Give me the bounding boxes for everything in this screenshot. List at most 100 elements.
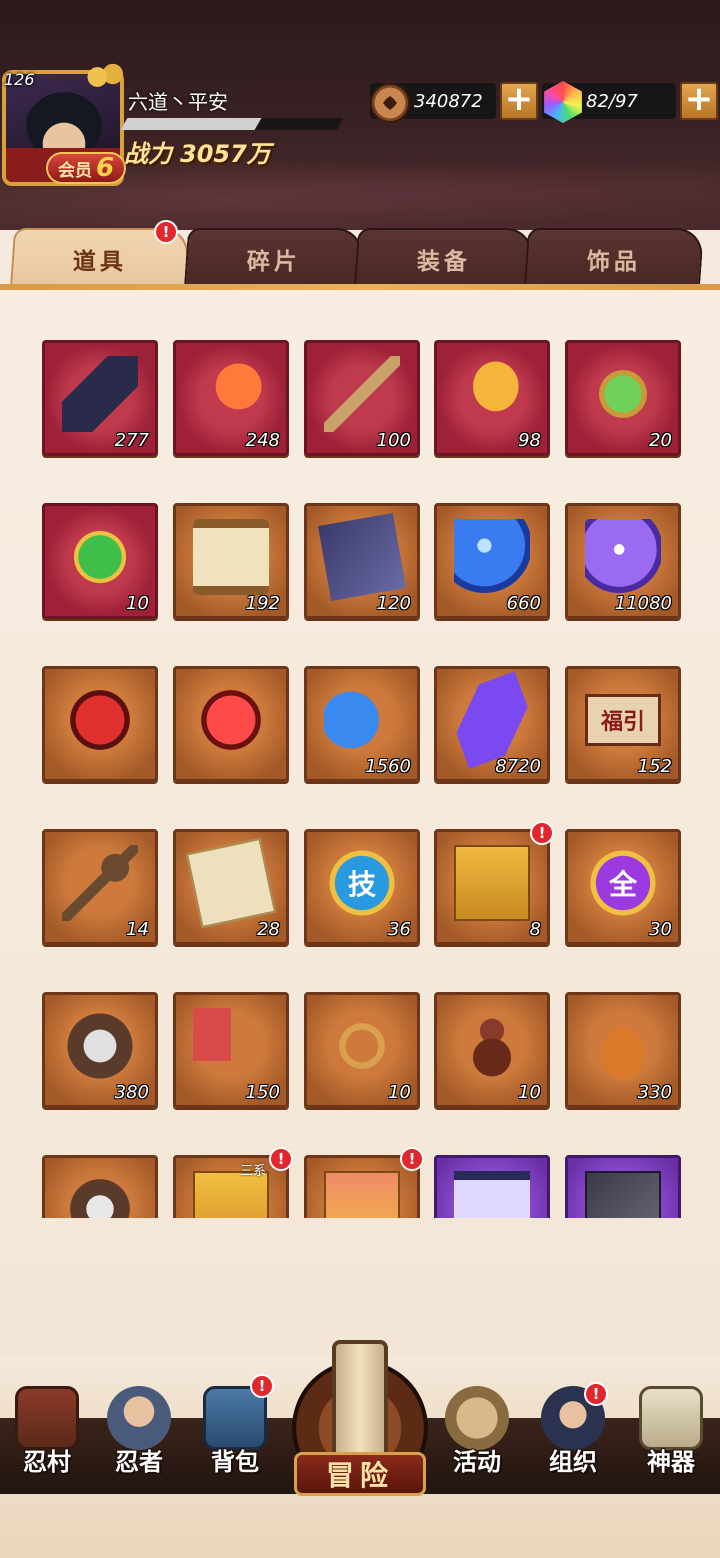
tab-fragments-label: 碎片 <box>246 249 301 275</box>
item-count: 100 <box>376 430 411 451</box>
item-slot-purple-scroll[interactable] <box>434 1155 550 1218</box>
skill-book-icon <box>585 1170 661 1218</box>
item-alert-icon: ! <box>530 821 554 845</box>
violin-piece-icon <box>62 1170 138 1218</box>
name-bar-fill <box>120 118 262 130</box>
item-count: 248 <box>245 430 280 451</box>
nav-ninja-label: 忍者 <box>115 1448 163 1476</box>
item-slot-wooden-stick[interactable]: 100 <box>304 340 420 456</box>
item-slot-red-stone[interactable] <box>42 666 158 782</box>
item-slot-rope[interactable]: 10 <box>304 992 420 1108</box>
vip-level: 6 <box>95 153 115 183</box>
item-slot-purple-crystal[interactable]: 8720 <box>434 666 550 782</box>
item-slot-blue-orb[interactable]: 660 <box>434 503 550 619</box>
item-slot-green-amulet[interactable]: 20 <box>565 340 681 456</box>
item-count: 10 <box>518 1082 541 1103</box>
player-level: 126 <box>4 70 35 89</box>
purple-crystal-icon <box>443 670 541 769</box>
tab-items-label: 道具 <box>72 249 127 275</box>
adventure-scroll-icon <box>332 1340 388 1464</box>
nav-events[interactable]: 活动 <box>434 1386 520 1494</box>
tab-accessories[interactable]: 饰品 <box>523 228 705 288</box>
coin-amount: 340872 <box>414 90 483 112</box>
item-slot-scroll[interactable]: 277 <box>42 340 158 456</box>
item-count: 36 <box>388 919 411 940</box>
red-feather-icon <box>193 355 269 432</box>
shuriken-piece-icon <box>62 1007 138 1084</box>
item-slot-violin-piece[interactable] <box>42 1155 158 1218</box>
item-slot-skill-book[interactable] <box>565 1155 681 1218</box>
item-slot-red-stone-bright[interactable] <box>173 666 289 782</box>
item-count: 152 <box>637 756 672 777</box>
paper-scroll-icon <box>193 518 269 595</box>
ninja-icon <box>107 1386 171 1450</box>
item-count: 11080 <box>614 593 672 614</box>
item-count: 14 <box>126 919 149 940</box>
gold-box-icon <box>454 844 530 921</box>
tab-equipment-label: 装备 <box>416 249 471 275</box>
nav-artifact[interactable]: 神器 <box>628 1386 714 1494</box>
item-slot-shuriken-piece[interactable]: 380 <box>42 992 158 1108</box>
item-slot-gold-box[interactable]: 8 <box>434 829 550 945</box>
item-slot-sake-jar[interactable]: 330 <box>565 992 681 1108</box>
vip-badge[interactable]: 会员 6 <box>46 152 126 184</box>
red-stone-bright-icon <box>193 681 269 758</box>
item-slot-red-feather[interactable]: 248 <box>173 340 289 456</box>
item-count: 150 <box>245 1082 280 1103</box>
item-slot-paper-scroll[interactable]: 192 <box>173 503 289 619</box>
scroll-icon <box>62 355 138 432</box>
nav-backpack-alert-icon: ! <box>250 1374 274 1398</box>
nav-village-label: 忍村 <box>23 1448 71 1476</box>
item-count: 120 <box>376 593 411 614</box>
item-slot-war-fan[interactable]: 150 <box>173 992 289 1108</box>
item-slot-fortune-ticket[interactable]: 福引 152 <box>565 666 681 782</box>
item-tag: 三系 <box>239 1164 266 1179</box>
coin-pill: 340872 <box>370 83 496 123</box>
skill-emblem-icon: 技 <box>324 844 400 921</box>
item-slot-purple-orb[interactable]: 11080 <box>565 503 681 619</box>
nav-organization[interactable]: 组织 ! <box>530 1382 616 1494</box>
vip-label: 会员 <box>57 160 92 181</box>
power-value: 3057万 <box>180 140 271 168</box>
item-alert-icon: ! <box>269 1147 293 1171</box>
rainbow-gem-icon <box>544 81 582 123</box>
item-grid: 277 248 100 98 20 10 192 120 660 11080 1560 8720 福引 1… <box>0 320 720 1218</box>
tab-accessories-label: 饰品 <box>586 249 641 275</box>
nav-adventure[interactable]: 冒险 <box>292 1340 428 1496</box>
item-slot-gourd[interactable]: 10 <box>434 992 550 1108</box>
item-slot-parchment[interactable]: 28 <box>173 829 289 945</box>
item-slot-ninja-banner[interactable]: 120 <box>304 503 420 619</box>
blue-orb-icon <box>454 518 530 595</box>
all-emblem-icon: 全 <box>585 844 661 921</box>
nav-village[interactable]: 忍村 <box>4 1386 90 1494</box>
item-slot-blue-moon[interactable]: 1560 <box>304 666 420 782</box>
item-count: 380 <box>114 1082 149 1103</box>
red-stone-icon <box>62 681 138 758</box>
golden-feather-icon <box>454 355 530 432</box>
tab-fragments[interactable]: 碎片 <box>183 228 365 288</box>
item-count: 8 <box>529 919 541 940</box>
item-slot-green-gem[interactable]: 10 <box>42 503 158 619</box>
power-label: 战力 <box>124 140 172 168</box>
tab-items-alert-icon: ! <box>154 220 178 244</box>
tab-equipment[interactable]: 装备 <box>353 228 535 288</box>
sake-jar-icon <box>585 1007 661 1084</box>
item-slot-golden-feather[interactable]: 98 <box>434 340 550 456</box>
item-slot-all-emblem[interactable]: 全 30 <box>565 829 681 945</box>
item-slot-key[interactable]: 14 <box>42 829 158 945</box>
blue-moon-icon <box>324 681 400 758</box>
combat-power: 战力 3057万 <box>124 134 271 169</box>
item-count: 8720 <box>495 756 541 777</box>
coin-currency: 340872 + <box>370 82 538 123</box>
item-slot-skill-emblem[interactable]: 技 36 <box>304 829 420 945</box>
rope-icon <box>324 1007 400 1084</box>
gem-amount: 82/97 <box>586 90 638 112</box>
copper-coin-icon <box>370 83 410 123</box>
add-coins-button[interactable]: + <box>500 82 538 120</box>
gold-flower-ornament <box>82 62 126 92</box>
nav-ninja[interactable]: 忍者 <box>96 1386 182 1494</box>
key-icon <box>62 844 138 921</box>
nav-events-label: 活动 <box>453 1448 501 1476</box>
add-gems-button[interactable]: + <box>680 82 718 120</box>
nav-backpack[interactable]: 背包 ! <box>192 1374 278 1494</box>
